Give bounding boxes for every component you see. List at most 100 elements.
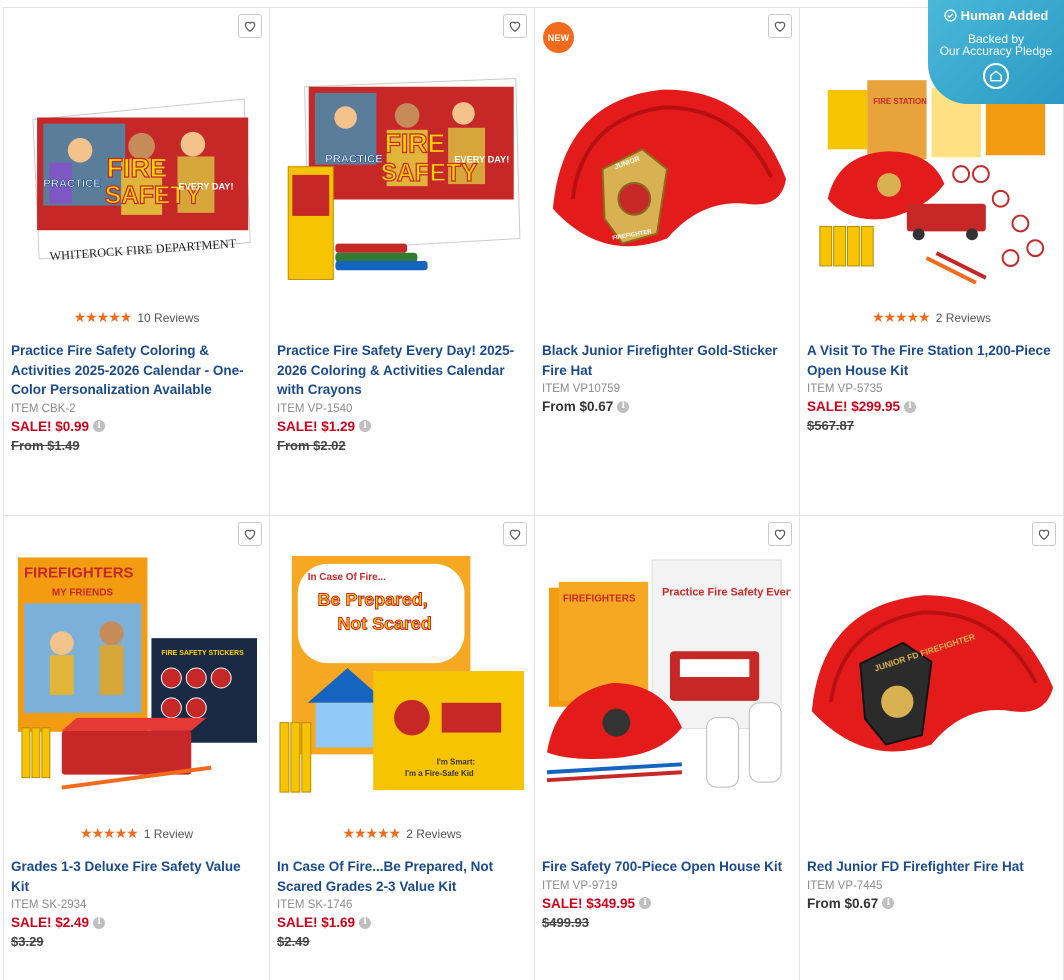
original-price: $567.87	[807, 418, 854, 433]
star-rating-icon: ★★★★★	[79, 825, 139, 841]
original-price: $3.29	[11, 934, 44, 949]
rating[interactable]: ★★★★★ 1 Review	[4, 825, 269, 842]
calendar-everyday-text: EVERY DAY!	[454, 155, 509, 165]
original-price: $499.93	[542, 914, 589, 930]
product-sku: ITEM VP-7445	[807, 879, 883, 892]
favorite-button[interactable]	[503, 14, 527, 38]
info-icon[interactable]: i	[93, 916, 106, 929]
badge-title: Human Added	[960, 8, 1049, 23]
badge-line2: Our Accuracy Pledge	[939, 44, 1053, 58]
product-sku: ITEM VP-9719	[542, 879, 618, 892]
product-sku: ITEM VP-5735	[807, 383, 883, 395]
book-firefighters-text: FIREFIGHTERS	[563, 594, 636, 605]
price: From $0.67	[807, 895, 879, 911]
product-sku: ITEM SK-1746	[277, 899, 353, 911]
product-title[interactable]: Practice Fire Safety Every Day! 2025-202…	[277, 341, 526, 400]
sale-price: SALE! $349.95	[542, 895, 636, 911]
rating[interactable]: ★★★★★ 2 Reviews	[800, 309, 1063, 326]
star-rating-icon: ★★★★★	[73, 309, 133, 325]
book-firesafe-text: I'm a Fire-Safe Kid	[405, 769, 474, 778]
review-count: 2 Reviews	[406, 826, 462, 841]
book-notscared-text: Not Scared	[338, 613, 432, 633]
product-title[interactable]: Fire Safety 700-Piece Open House Kit	[542, 857, 791, 877]
book-firefighters-text: FIREFIGHTERS	[24, 564, 134, 581]
favorite-button[interactable]	[768, 522, 792, 546]
original-price: From $1.49	[11, 437, 80, 453]
info-icon[interactable]: i	[93, 420, 106, 432]
sale-price: SALE! $1.69	[277, 915, 356, 930]
heart-icon	[509, 529, 521, 540]
new-badge: NEW	[543, 22, 574, 53]
product-image[interactable]: PRACTICE FIRE SAFETY EVERY DAY! WHITEROC…	[12, 56, 261, 302]
calendar-everyday-text: EVERY DAY!	[179, 181, 234, 191]
sale-price: SALE! $0.99	[11, 418, 90, 434]
review-count: 10 Reviews	[137, 310, 200, 325]
heart-icon	[244, 529, 256, 540]
product-image[interactable]: JUNIOR FD FIREFIGHTER	[808, 552, 1055, 804]
info-icon[interactable]: i	[882, 897, 895, 909]
heart-icon	[509, 21, 521, 32]
heart-icon	[244, 21, 256, 32]
product-title[interactable]: In Case Of Fire...Be Prepared, Not Scare…	[277, 857, 526, 896]
product-title[interactable]: Red Junior FD Firefighter Fire Hat	[807, 857, 1055, 877]
product-sku: ITEM VP-1540	[277, 402, 353, 415]
calendar-fire-text: FIRE	[107, 153, 168, 183]
price: From $0.67	[542, 399, 614, 414]
rating[interactable]: ★★★★★ 10 Reviews	[4, 309, 269, 326]
info-icon[interactable]: i	[359, 420, 372, 432]
favorite-button[interactable]	[768, 14, 792, 38]
product-card[interactable]: In Case Of Fire... Be Prepared, Not Scar…	[269, 515, 535, 980]
favorite-button[interactable]	[503, 522, 527, 546]
star-rating-icon: ★★★★★	[871, 309, 931, 325]
book-smart-text: I'm Smart:	[437, 757, 475, 766]
product-card[interactable]: Practice Fire Safety Every Day! FIREFIGH…	[534, 515, 800, 980]
product-sku: ITEM CBK-2	[11, 402, 76, 415]
product-title[interactable]: A Visit To The Fire Station 1,200-Piece …	[807, 341, 1055, 380]
check-circle-icon	[944, 9, 957, 22]
info-icon[interactable]: i	[639, 897, 652, 909]
heart-icon	[774, 21, 786, 32]
bag-practice-text: Practice Fire Safety Every Day!	[662, 587, 791, 599]
favorite-button[interactable]	[238, 522, 262, 546]
book-prepared-text: Be Prepared,	[318, 590, 428, 610]
accuracy-pledge-badge[interactable]: Human Added Backed by Our Accuracy Pledg…	[928, 0, 1064, 104]
product-card[interactable]: JUNIOR FD FIREFIGHTER Red Junior FD Fire…	[799, 515, 1064, 980]
product-grid: PRACTICE FIRE SAFETY EVERY DAY! WHITEROC…	[3, 7, 1064, 980]
favorite-button[interactable]	[238, 14, 262, 38]
product-card[interactable]: NEW JUNIOR FIREFIGHTER Black Junior Fire…	[534, 7, 800, 516]
calendar-fire-text: FIRE	[385, 128, 446, 158]
product-image[interactable]: FIREFIGHTERS MY FRIENDS FIRE SAFETY STIC…	[12, 552, 261, 804]
book-friends-text: MY FRIENDS	[52, 587, 114, 598]
review-count: 1 Review	[143, 826, 194, 841]
favorite-button[interactable]	[1032, 522, 1056, 546]
info-icon[interactable]: i	[359, 916, 372, 929]
info-icon[interactable]: i	[617, 400, 630, 413]
calendar-practice-text: PRACTICE	[325, 154, 383, 166]
original-price: From $2.02	[277, 437, 346, 453]
product-sku: ITEM SK-2934	[11, 899, 87, 911]
product-image[interactable]: JUNIOR FIREFIGHTER	[543, 56, 791, 302]
heart-icon	[1038, 529, 1050, 540]
product-card[interactable]: PRACTICE FIRE SAFETY EVERY DAY! Practice…	[269, 7, 535, 516]
star-rating-icon: ★★★★★	[342, 825, 401, 841]
stickers-text: FIRE SAFETY STICKERS	[161, 650, 244, 657]
product-image[interactable]: PRACTICE FIRE SAFETY EVERY DAY!	[278, 56, 526, 302]
product-sku: ITEM VP10759	[542, 383, 620, 395]
calendar-practice-text: PRACTICE	[43, 178, 101, 190]
rating[interactable]: ★★★★★ 2 Reviews	[270, 825, 534, 842]
heart-icon	[774, 529, 786, 540]
info-icon[interactable]: i	[904, 400, 917, 413]
product-card[interactable]: FIREFIGHTERS MY FRIENDS FIRE SAFETY STIC…	[3, 515, 270, 980]
product-image[interactable]: In Case Of Fire... Be Prepared, Not Scar…	[278, 552, 526, 804]
original-price: $2.49	[277, 934, 310, 949]
kit-station-text: FIRE STATION	[873, 97, 927, 106]
product-image[interactable]: Practice Fire Safety Every Day! FIREFIGH…	[543, 552, 791, 804]
sale-price: SALE! $2.49	[11, 915, 90, 930]
book-incase-text: In Case Of Fire...	[308, 572, 386, 583]
sale-price: SALE! $1.29	[277, 418, 356, 434]
product-title[interactable]: Black Junior Firefighter Gold-Sticker Fi…	[542, 341, 791, 380]
product-title[interactable]: Practice Fire Safety Coloring & Activiti…	[11, 341, 261, 400]
product-card[interactable]: PRACTICE FIRE SAFETY EVERY DAY! WHITEROC…	[3, 7, 270, 516]
home-icon	[983, 63, 1009, 89]
product-title[interactable]: Grades 1-3 Deluxe Fire Safety Value Kit	[11, 857, 261, 896]
